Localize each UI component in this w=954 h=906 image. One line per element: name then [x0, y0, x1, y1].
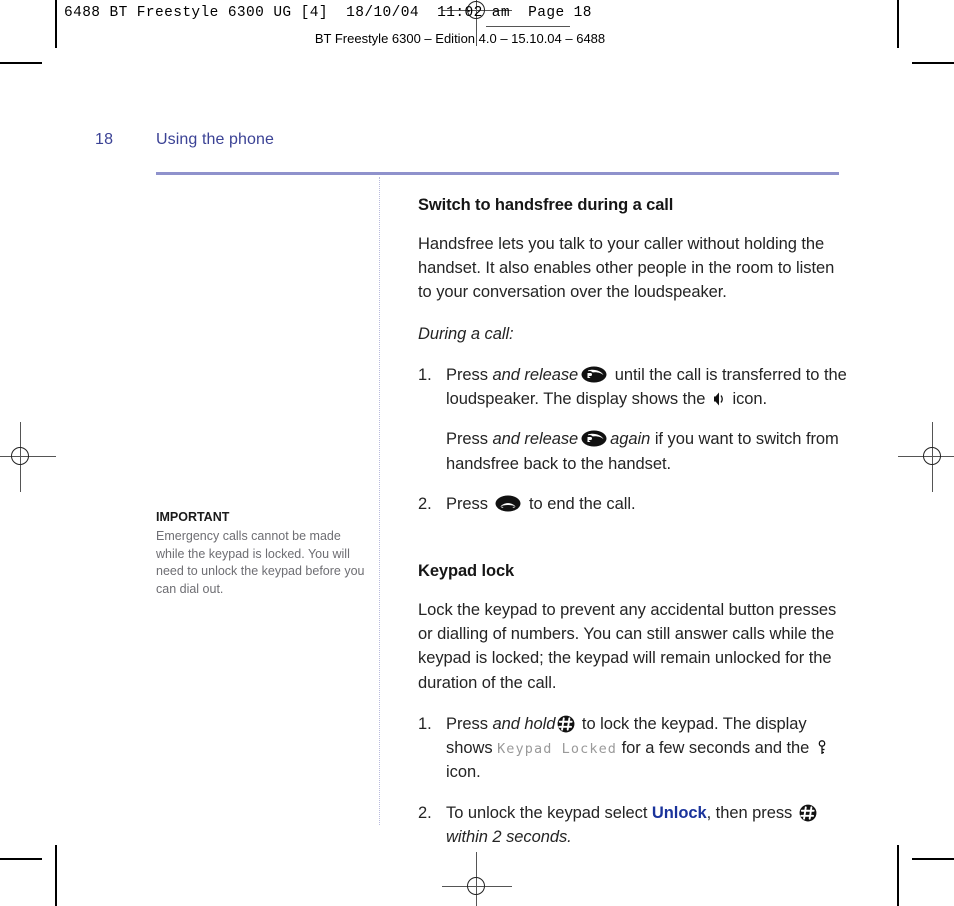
list-item: 2. Press to end the call. [418, 492, 848, 516]
header-rule [156, 172, 839, 175]
crop-mark-bottom-left-horizontal [0, 858, 42, 860]
step-emphasis-timing: within 2 seconds. [446, 827, 572, 846]
important-note: IMPORTANT Emergency calls cannot be made… [156, 509, 366, 599]
edition-line: BT Freestyle 6300 – Edition 4.0 – 15.10.… [314, 31, 606, 46]
softkey-label-unlock: Unlock [651, 803, 707, 822]
handsfree-step-list: 1. Press and release until the call is tr… [418, 363, 848, 412]
step-text-cont-2: for a few seconds and the [617, 739, 814, 758]
page-number: 18 [95, 131, 114, 148]
column-divider [379, 177, 381, 825]
crop-mark-top-right-horizontal [912, 62, 954, 64]
page-title: Using the phone [156, 131, 275, 148]
hash-key-icon [557, 715, 575, 733]
step-text-cont: , then press [706, 803, 797, 822]
important-note-title: IMPORTANT [156, 510, 230, 524]
substep-text: Press [446, 430, 493, 449]
display-text-keypad-locked: Keypad Locked [497, 741, 618, 758]
hash-key-icon [799, 804, 817, 822]
handsfree-key-icon [581, 366, 607, 383]
registration-mark-bottom [442, 852, 512, 906]
list-item: 2. To unlock the keypad select Unlock, th… [418, 801, 848, 850]
slug-rule [486, 26, 570, 27]
end-call-key-icon [495, 495, 521, 512]
main-content-column: Switch to handsfree during a call Handsf… [418, 196, 848, 865]
step-text: Press [446, 365, 493, 384]
during-a-call-label: During a call: [418, 324, 514, 343]
step-emphasis: and hold [492, 714, 556, 733]
step-text: Press [446, 494, 493, 513]
handsfree-step-1-extra: Press and release again if you want to s… [418, 427, 848, 476]
section-intro-handsfree: Handsfree lets you talk to your caller w… [418, 234, 835, 302]
important-note-body: Emergency calls cannot be made while the… [156, 528, 365, 596]
handsfree-step-list-2: 2. Press to end the call. [418, 492, 848, 516]
handsfree-key-icon [581, 430, 607, 447]
step-text-end: icon. [446, 763, 481, 782]
crop-mark-top-left-horizontal [0, 62, 42, 64]
print-slug-line: 6488 BT Freestyle 6300 UG [4] 18/10/04 1… [64, 5, 592, 21]
crop-mark-bottom-right-vertical [897, 845, 899, 906]
keylock-display-icon [817, 740, 827, 756]
section-heading-keypad-lock: Keypad lock [418, 562, 515, 581]
list-item: 1. Press and release until the call is tr… [418, 363, 848, 412]
section-intro-keypad-lock: Lock the keypad to prevent any accidenta… [418, 600, 837, 692]
step-marker: 1. [418, 365, 432, 384]
step-emphasis: and release [492, 365, 579, 384]
step-marker: 1. [418, 714, 432, 733]
crop-mark-bottom-right-horizontal [912, 858, 954, 860]
step-text-end: icon. [727, 390, 768, 409]
list-item: 1. Press and hold to lock the keypad. The… [418, 712, 848, 785]
step-marker: 2. [418, 494, 432, 513]
keypad-lock-step-list: 1. Press and hold to lock the keypad. The… [418, 712, 848, 849]
substep-emphasis: and release [492, 430, 579, 449]
step-text: To unlock the keypad select [446, 803, 652, 822]
substep-emphasis-again: again [610, 430, 651, 449]
step-marker: 2. [418, 803, 432, 822]
section-heading-handsfree: Switch to handsfree during a call [418, 196, 674, 214]
registration-mark-left [0, 422, 56, 492]
registration-mark-right [898, 422, 954, 492]
crop-mark-bottom-left-vertical [55, 845, 57, 906]
step-text-end: to end the call. [524, 494, 636, 513]
loudspeaker-display-icon [713, 391, 725, 407]
step-text: Press [446, 714, 493, 733]
manual-page: 6488 BT Freestyle 6300 UG [4] 18/10/04 1… [0, 0, 954, 906]
